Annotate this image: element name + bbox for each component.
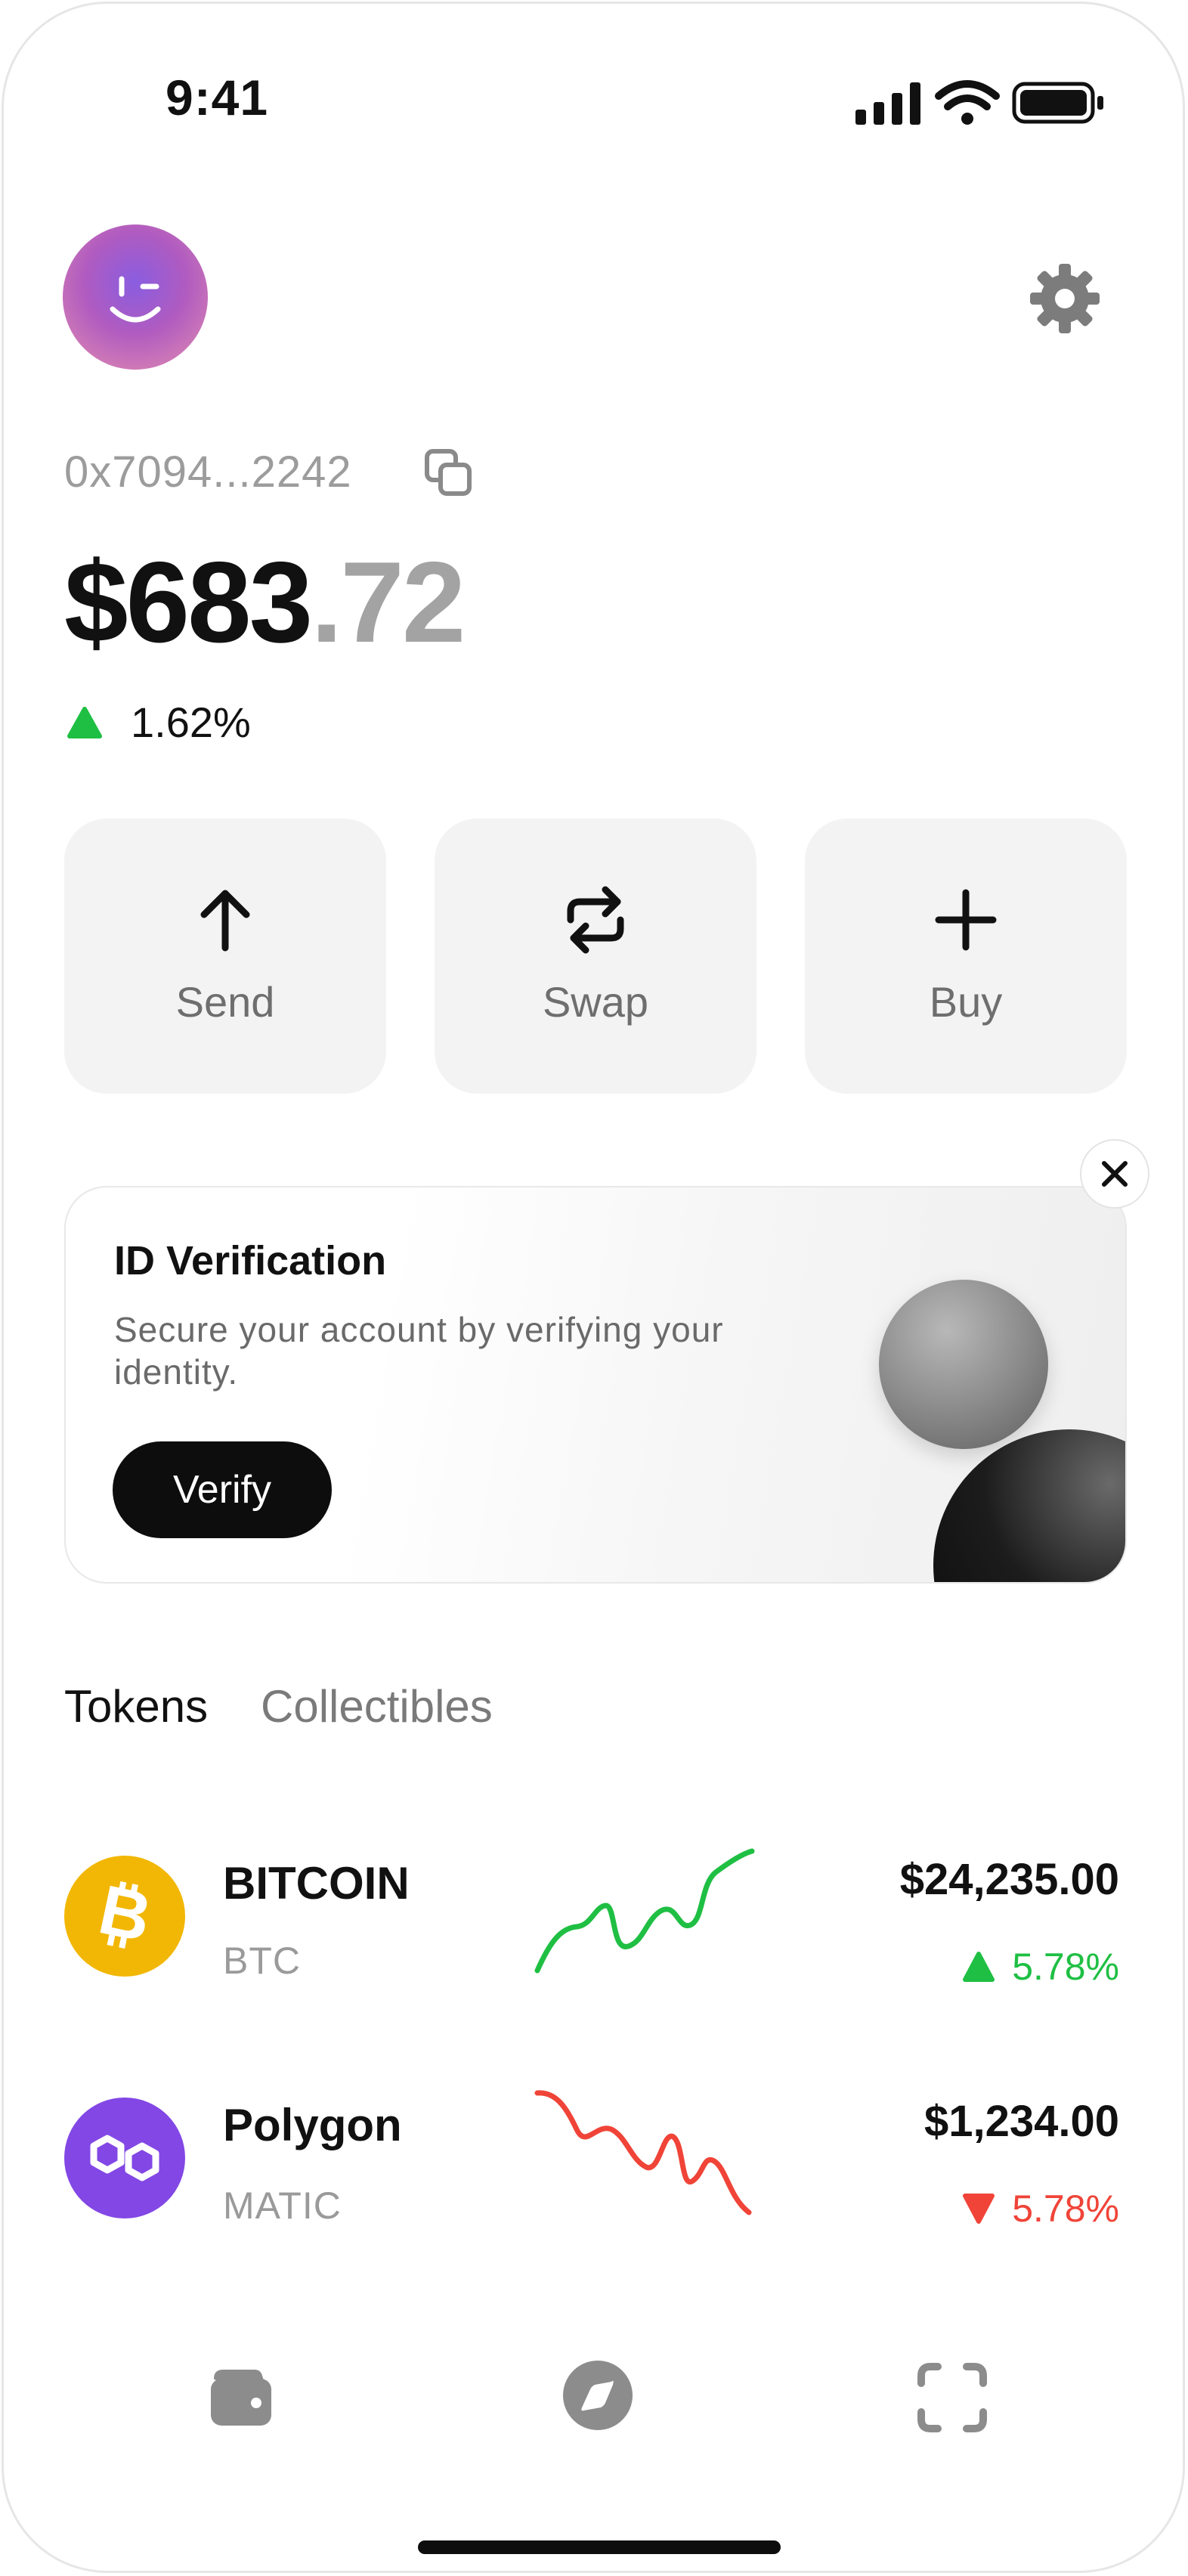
balance-decimal: .72 xyxy=(311,538,466,667)
token-symbol: MATIC xyxy=(223,2184,342,2227)
up-triangle-icon xyxy=(67,706,102,738)
verify-button[interactable]: Verify xyxy=(113,1441,332,1538)
status-icons xyxy=(854,76,1111,133)
wifi-icon xyxy=(935,80,1000,125)
token-price: $1,234.00 xyxy=(923,2097,1119,2146)
token-change-percent: 5.78% xyxy=(1012,1946,1119,1988)
status-time: 9:41 xyxy=(166,70,269,125)
send-button[interactable]: Send xyxy=(64,819,386,1094)
wallet-icon[interactable] xyxy=(205,2362,274,2435)
wink-face-icon xyxy=(110,276,161,323)
up-triangle-icon xyxy=(963,1952,995,1982)
banner-description: Secure your account by verifying your id… xyxy=(114,1310,724,1392)
close-icon xyxy=(1102,1161,1128,1187)
down-triangle-icon xyxy=(963,2194,995,2224)
buy-label: Buy xyxy=(929,978,1003,1026)
close-banner-button[interactable] xyxy=(1080,1139,1149,1209)
balance-change-percent: 1.62% xyxy=(131,698,251,746)
phone-screen: 9:41 0x7094...2242 $683.72 1.62% Send Sw… xyxy=(2,2,1185,2573)
token-name: Polygon xyxy=(223,2100,402,2150)
swap-icon xyxy=(562,884,630,956)
swap-label: Swap xyxy=(542,978,649,1026)
battery-icon xyxy=(1012,82,1103,124)
token-name: BITCOIN xyxy=(223,1858,410,1909)
balance-change: 1.62% xyxy=(67,698,251,747)
bitcoin-logo-icon: B xyxy=(64,1856,185,1977)
buy-button[interactable]: Buy xyxy=(805,819,1127,1094)
avatar[interactable] xyxy=(63,224,208,370)
token-change: 5.78% xyxy=(962,2187,1119,2231)
home-indicator[interactable] xyxy=(418,2540,781,2554)
compass-icon[interactable] xyxy=(562,2359,634,2435)
tab-collectibles[interactable]: Collectibles xyxy=(261,1680,493,1732)
total-balance: $683.72 xyxy=(64,542,466,663)
tab-tokens[interactable]: Tokens xyxy=(64,1680,208,1732)
decorative-sphere xyxy=(879,1280,1048,1449)
btc-sparkline xyxy=(533,1845,760,1985)
send-label: Send xyxy=(175,978,275,1026)
settings-gear-icon[interactable] xyxy=(1029,262,1101,339)
token-change: 5.78% xyxy=(962,1945,1119,1989)
swap-button[interactable]: Swap xyxy=(435,819,756,1094)
token-symbol: BTC xyxy=(223,1940,301,1982)
decorative-sphere-dark xyxy=(933,1429,1125,1582)
polygon-logo-icon xyxy=(64,2098,185,2218)
banner-title: ID Verification xyxy=(114,1238,387,1283)
signal-icon xyxy=(855,82,920,125)
copy-icon[interactable] xyxy=(421,447,475,505)
plus-icon xyxy=(934,884,998,956)
wallet-address: 0x7094...2242 xyxy=(64,447,352,497)
id-verification-banner: ID Verification Secure your account by v… xyxy=(64,1186,1127,1584)
matic-sparkline xyxy=(533,2084,760,2224)
token-price: $24,235.00 xyxy=(899,1855,1119,1904)
balance-whole: $683 xyxy=(64,538,313,667)
token-change-percent: 5.78% xyxy=(1012,2187,1119,2230)
scan-icon[interactable] xyxy=(917,2362,988,2437)
arrow-up-icon xyxy=(195,884,255,956)
